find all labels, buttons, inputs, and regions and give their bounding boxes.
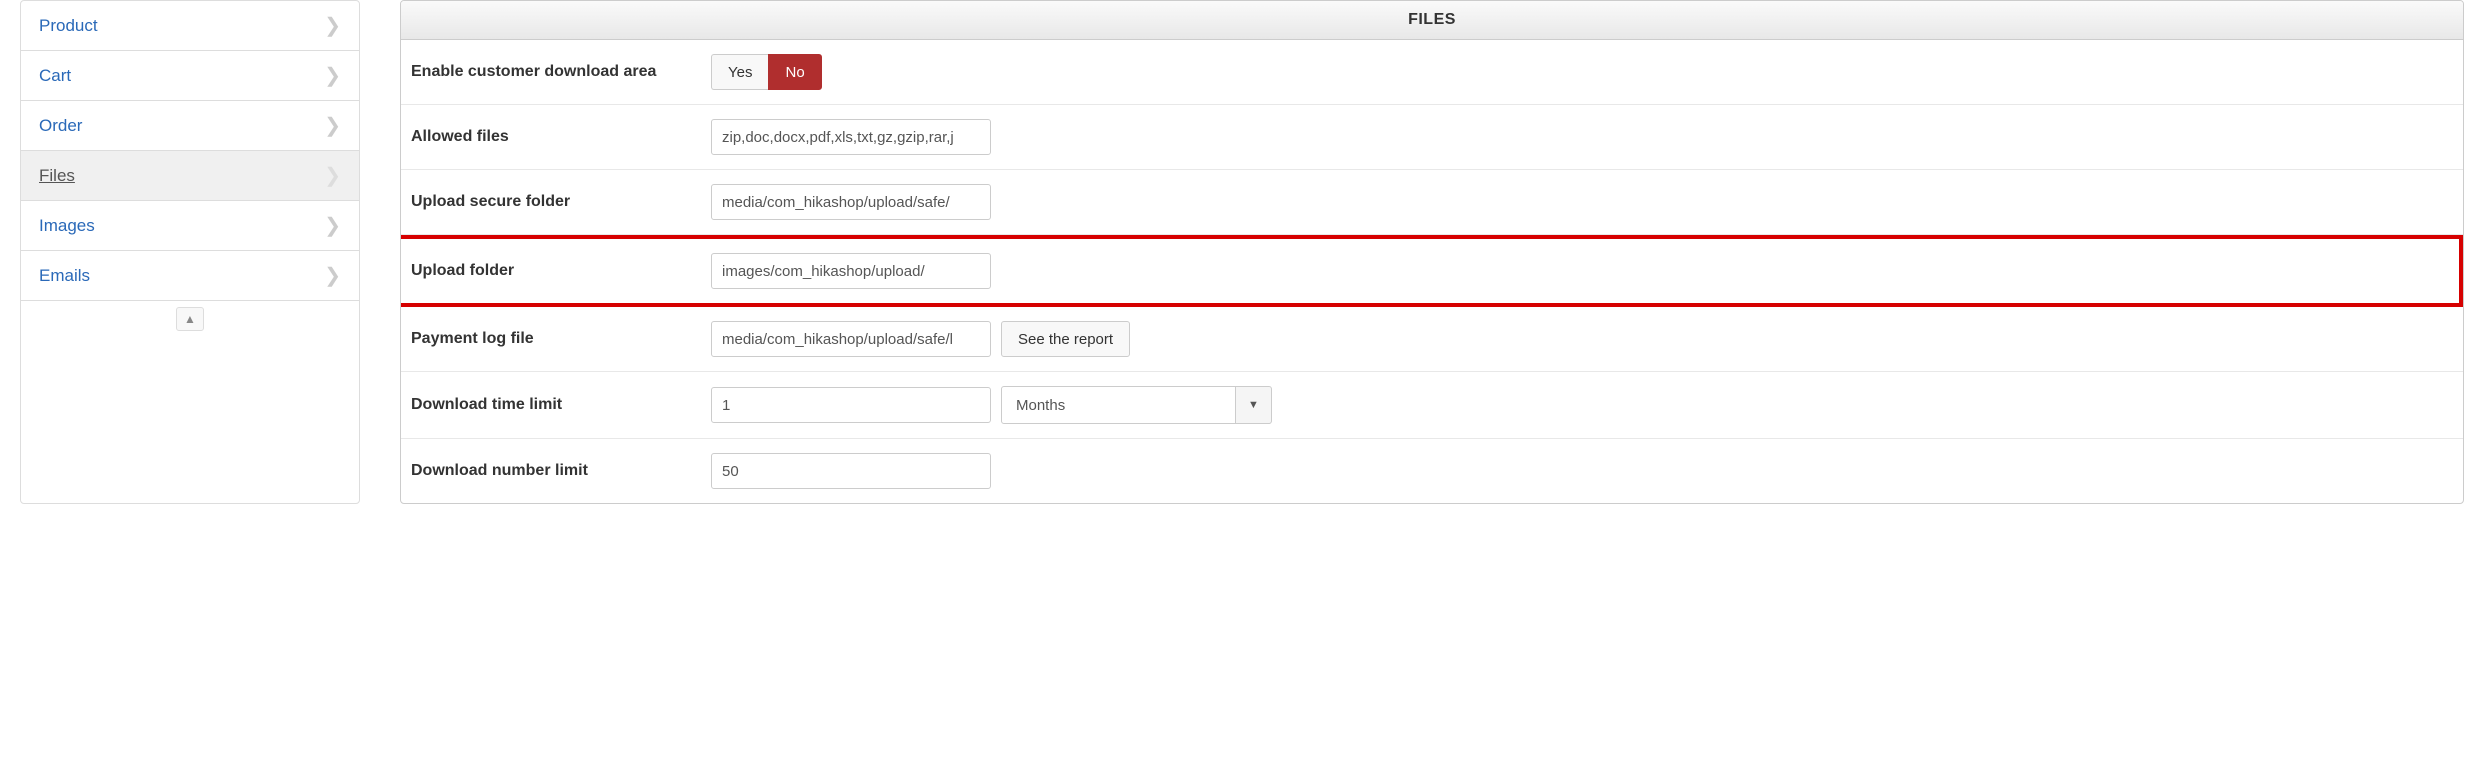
see-report-button[interactable]: See the report — [1001, 321, 1130, 357]
sidebar-item-product[interactable]: Product ❯ — [21, 1, 359, 51]
sidebar: Product ❯ Cart ❯ Order ❯ Files ❯ Images … — [20, 0, 360, 504]
row-download-time-limit: Download time limit Months ▼ — [401, 372, 2463, 439]
caret-down-icon[interactable]: ▼ — [1236, 386, 1272, 424]
files-panel: FILES Enable customer download area Yes … — [400, 0, 2464, 504]
input-upload-folder[interactable] — [711, 253, 991, 289]
label-download-number-limit: Download number limit — [411, 462, 711, 480]
input-download-number-limit[interactable] — [711, 453, 991, 489]
toggle-no-button[interactable]: No — [768, 54, 821, 90]
chevron-right-icon: ❯ — [324, 213, 341, 238]
main-content: FILES Enable customer download area Yes … — [400, 0, 2484, 504]
row-upload-secure-folder: Upload secure folder — [401, 170, 2463, 235]
input-payment-log-file[interactable] — [711, 321, 991, 357]
row-download-number-limit: Download number limit — [401, 439, 2463, 503]
row-allowed-files: Allowed files — [401, 105, 2463, 170]
sidebar-item-files[interactable]: Files ❯ — [21, 151, 359, 201]
sidebar-item-label: Order — [39, 116, 82, 136]
eject-icon: ▲ — [184, 312, 196, 326]
row-enable-download-area: Enable customer download area Yes No — [401, 40, 2463, 105]
toggle-enable-download: Yes No — [711, 54, 822, 90]
row-upload-folder: Upload folder — [400, 235, 2463, 307]
chevron-right-icon: ❯ — [324, 113, 341, 138]
label-download-time-limit: Download time limit — [411, 396, 711, 414]
chevron-right-icon: ❯ — [324, 13, 341, 38]
chevron-right-icon: ❯ — [324, 63, 341, 88]
panel-title: FILES — [401, 1, 2463, 40]
sidebar-item-label: Product — [39, 16, 98, 36]
label-allowed-files: Allowed files — [411, 128, 711, 146]
chevron-right-icon: ❯ — [324, 163, 341, 188]
sidebar-item-emails[interactable]: Emails ❯ — [21, 251, 359, 301]
label-payment-log-file: Payment log file — [411, 330, 711, 348]
sidebar-item-order[interactable]: Order ❯ — [21, 101, 359, 151]
sidebar-item-label: Cart — [39, 66, 71, 86]
input-upload-secure-folder[interactable] — [711, 184, 991, 220]
row-payment-log-file: Payment log file See the report — [401, 307, 2463, 372]
toggle-yes-button[interactable]: Yes — [711, 54, 768, 90]
select-time-unit[interactable]: Months ▼ — [1001, 386, 1272, 424]
input-download-time-limit[interactable] — [711, 387, 991, 423]
label-upload-folder: Upload folder — [411, 262, 711, 280]
sidebar-item-label: Images — [39, 216, 95, 236]
sidebar-item-label: Files — [39, 166, 75, 186]
sidebar-footer: ▲ — [21, 301, 359, 341]
sidebar-item-cart[interactable]: Cart ❯ — [21, 51, 359, 101]
label-upload-secure-folder: Upload secure folder — [411, 193, 711, 211]
chevron-right-icon: ❯ — [324, 263, 341, 288]
sidebar-item-label: Emails — [39, 266, 90, 286]
label-enable-download-area: Enable customer download area — [411, 63, 711, 81]
select-time-unit-value: Months — [1001, 386, 1236, 424]
input-allowed-files[interactable] — [711, 119, 991, 155]
sidebar-item-images[interactable]: Images ❯ — [21, 201, 359, 251]
collapse-button[interactable]: ▲ — [176, 307, 204, 331]
